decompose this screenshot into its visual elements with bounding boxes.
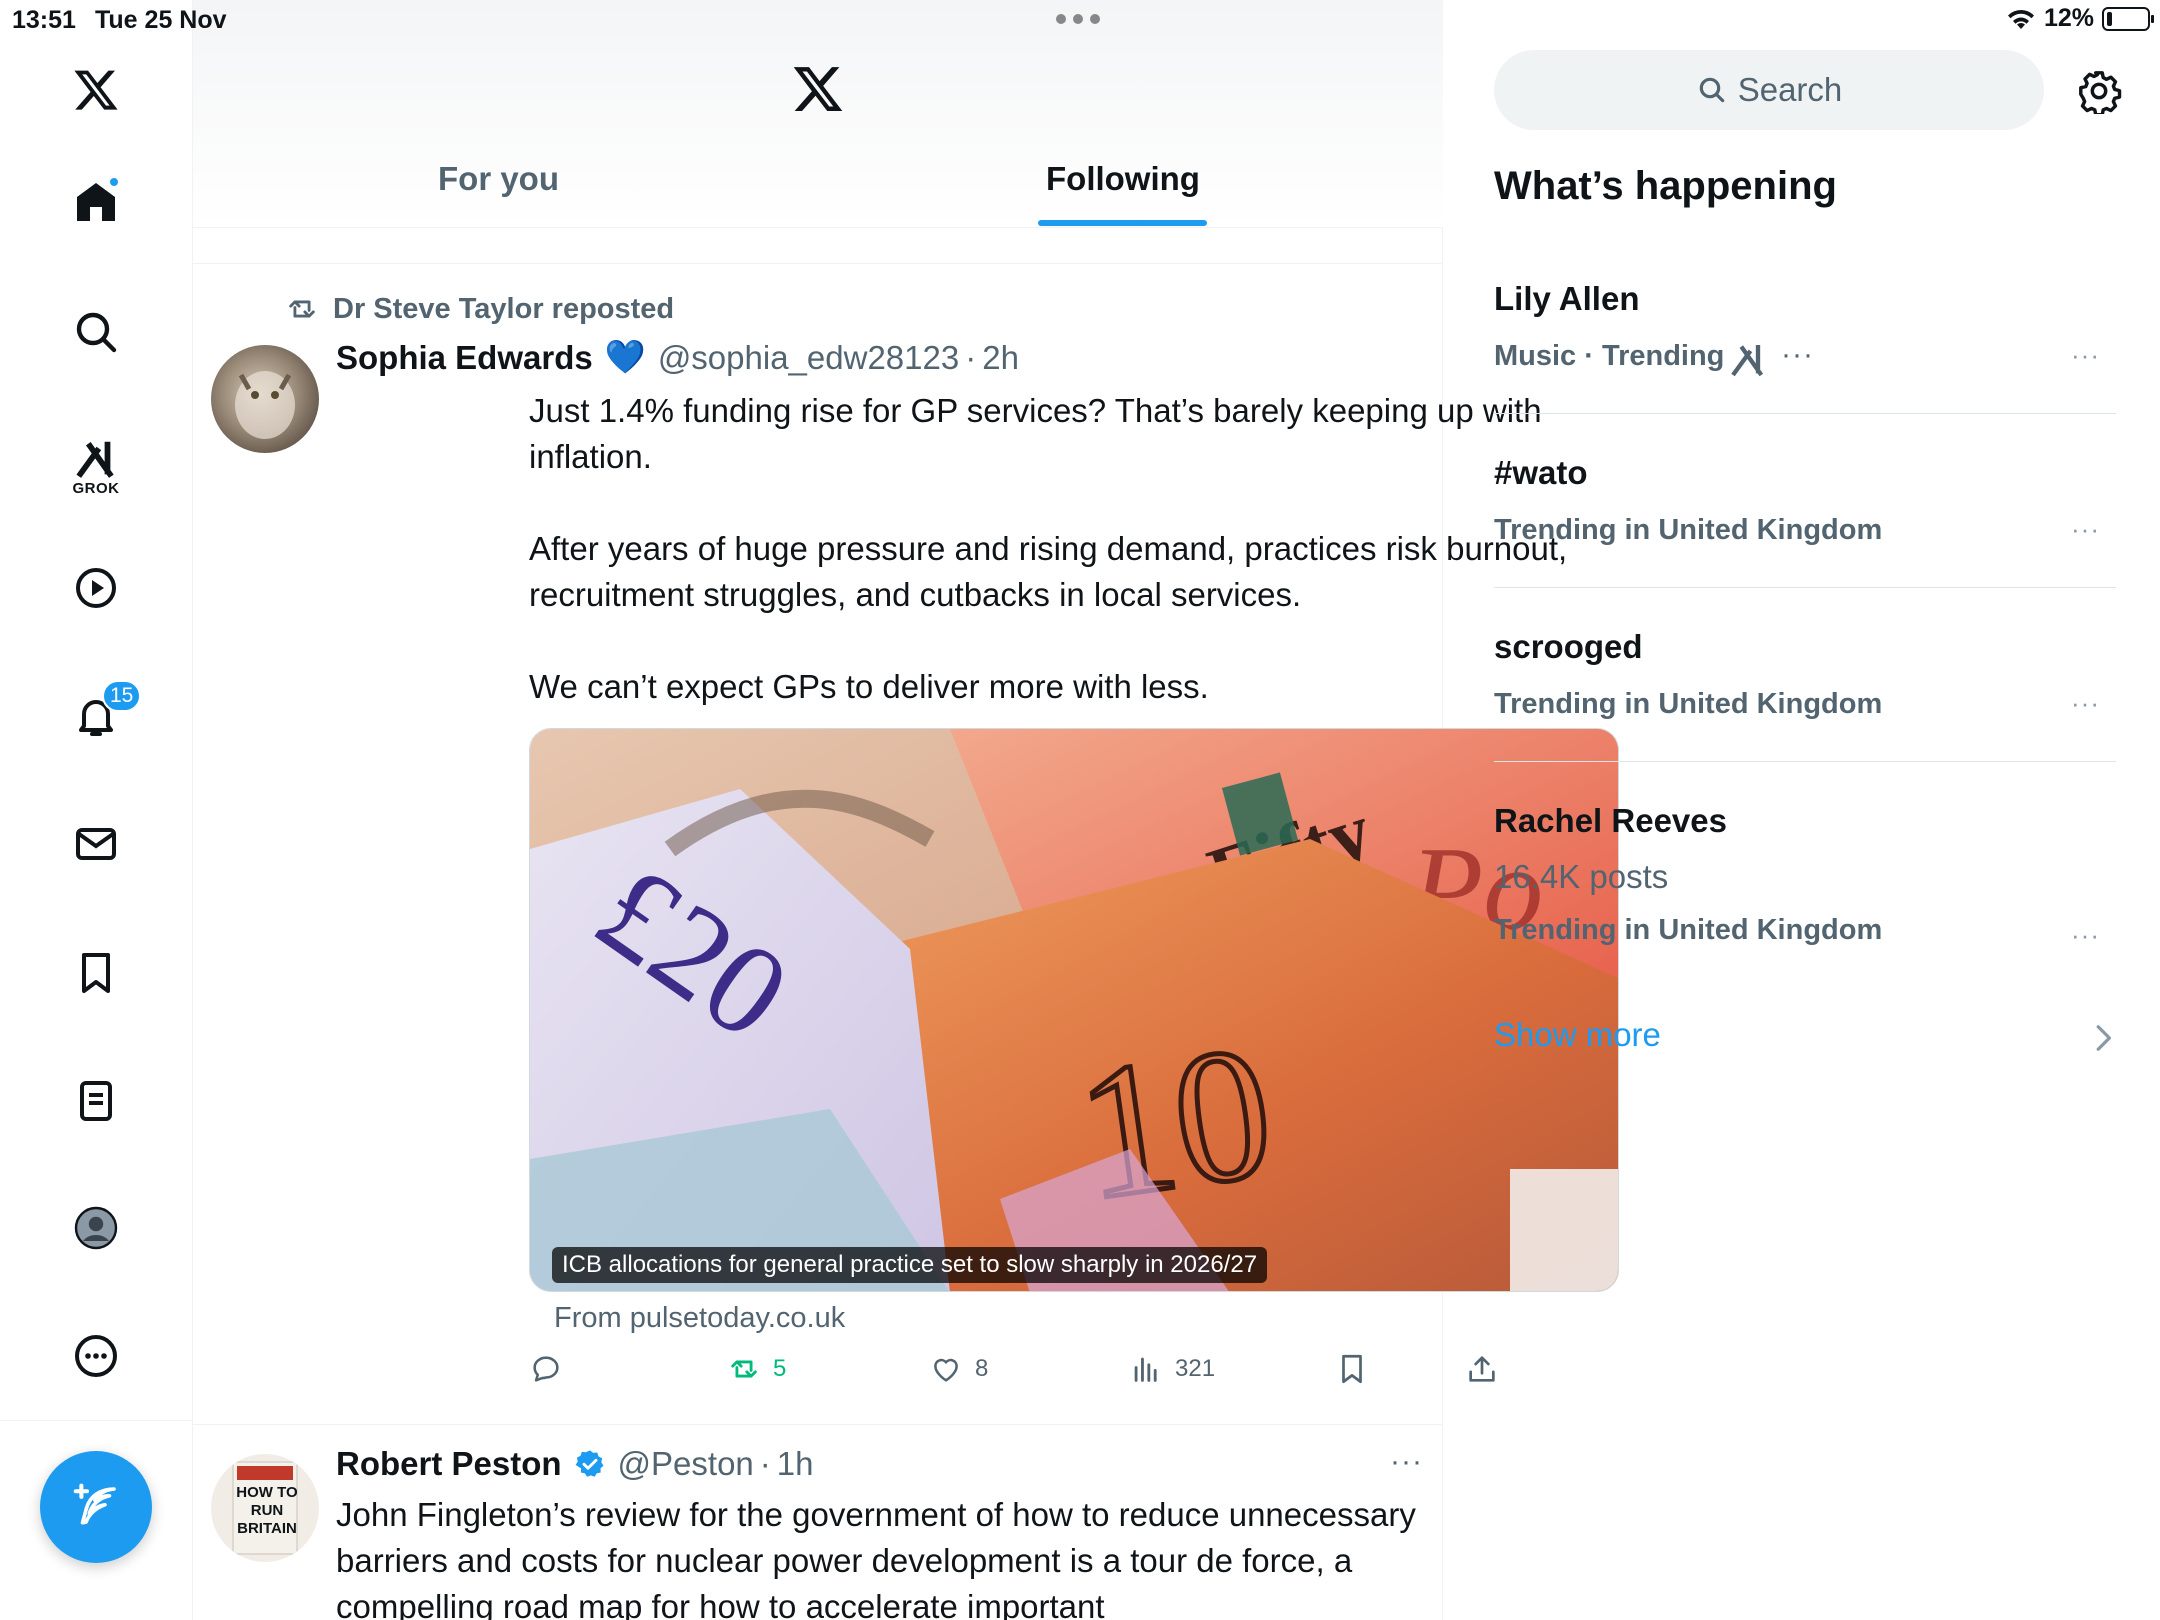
post-time[interactable]: 1h — [777, 1445, 814, 1483]
trend-divider — [1494, 587, 2116, 588]
post-author-row: Robert Peston @Peston · 1h — [336, 1445, 814, 1483]
trend-name: Lily Allen — [1494, 280, 1640, 317]
chevron-right-icon — [2096, 1025, 2111, 1051]
trend-meta: Trending in United Kingdom — [1494, 914, 1883, 946]
gear-icon[interactable] — [2076, 68, 2122, 114]
card-caption: ICB allocations for general practice set… — [552, 1247, 1268, 1283]
separator: · — [759, 1445, 771, 1482]
status-date: Tue 25 Nov — [95, 6, 227, 34]
search-input[interactable]: Search — [1494, 50, 2044, 130]
lists-icon[interactable] — [66, 1071, 126, 1131]
retweet-button[interactable]: 5 — [727, 1352, 786, 1386]
author-handle[interactable]: @Peston — [618, 1445, 754, 1483]
trend-meta: Trending in United Kingdom — [1494, 514, 1883, 546]
compose-feather-icon — [73, 1483, 116, 1525]
x-logo-icon[interactable] — [66, 60, 126, 120]
compose-button[interactable] — [40, 1451, 152, 1563]
bookmark-icon[interactable] — [66, 943, 126, 1003]
video-icon[interactable] — [66, 558, 126, 618]
battery-icon — [2102, 6, 2154, 31]
author-name[interactable]: Sophia Edwards — [336, 339, 593, 377]
trend-divider — [1494, 761, 2116, 762]
separator: · — [965, 338, 977, 376]
verified-badge-icon — [575, 1450, 603, 1477]
avatar[interactable] — [211, 345, 319, 453]
heart-icon — [934, 1358, 958, 1382]
repost-label: Dr Steve Taylor reposted — [333, 292, 675, 325]
trend-divider — [1494, 413, 2116, 414]
active-tab-indicator — [1038, 220, 1207, 226]
trend-post-count: 16.4K posts — [1494, 858, 1669, 895]
reply-button[interactable] — [529, 1352, 563, 1386]
avatar[interactable]: HOW TO RUN BRITAIN — [211, 1454, 319, 1562]
views-button[interactable]: 321 — [1129, 1352, 1215, 1386]
trend-more-icon[interactable]: ··· — [2071, 340, 2100, 371]
status-bar: 13:51 Tue 25 Nov 12% — [0, 0, 2160, 40]
trend-name: #wato — [1494, 454, 1588, 491]
search-placeholder: Search — [1737, 71, 1843, 108]
home-icon[interactable] — [66, 172, 126, 232]
home-notification-dot — [108, 176, 120, 188]
show-more-link[interactable]: Show more — [1494, 1016, 1661, 1054]
tab-following[interactable]: Following — [1046, 160, 1200, 198]
left-nav: GROK 15 — [0, 0, 193, 1620]
post-actions: 5 8 321 — [529, 1352, 1529, 1396]
trend-name: scrooged — [1494, 628, 1643, 665]
trend-more-icon[interactable]: ··· — [2071, 688, 2100, 719]
status-time: 13:51 — [12, 6, 76, 34]
retweet-icon — [731, 1360, 757, 1378]
grok-icon[interactable]: GROK — [66, 426, 126, 506]
bookmark-icon — [1342, 1354, 1362, 1384]
tab-for-you[interactable]: For you — [438, 160, 559, 198]
mail-icon[interactable] — [66, 814, 126, 874]
nav-divider — [0, 1420, 193, 1421]
x-logo-icon — [793, 67, 843, 112]
reply-icon — [533, 1356, 559, 1382]
timeline-column: For you Following Dr Steve Taylor repost… — [193, 0, 1813, 1620]
trend-more-icon[interactable]: ··· — [2071, 514, 2100, 545]
trend-item[interactable]: Rachel Reeves 16.4K posts Trending in Un… — [1494, 802, 2116, 950]
analytics-icon — [1134, 1357, 1157, 1382]
like-button[interactable]: 8 — [929, 1352, 988, 1386]
search-icon — [1699, 77, 1724, 103]
trend-meta: Trending in United Kingdom — [1494, 688, 1883, 720]
repost-icon — [289, 300, 315, 318]
multitasking-dots[interactable] — [1056, 14, 1106, 26]
more-options-icon[interactable]: ··· — [1390, 1445, 1423, 1479]
wifi-icon — [2007, 9, 2034, 29]
trend-meta: Music · Trending — [1494, 340, 1725, 372]
battery-percent: 12% — [2043, 4, 2094, 32]
timeline-spacer — [193, 228, 1443, 264]
bookmark-button[interactable] — [1335, 1352, 1369, 1386]
trend-more-icon[interactable]: ··· — [2071, 920, 2100, 951]
bell-icon[interactable]: 15 — [66, 680, 142, 746]
right-sidebar: Search What’s happening Lily Allen Music… — [1444, 0, 2160, 1620]
notifications-badge: 15 — [102, 680, 142, 712]
card-source[interactable]: From pulsetoday.co.uk — [554, 1302, 845, 1335]
like-count: 8 — [975, 1355, 989, 1382]
retweet-count: 5 — [773, 1355, 787, 1382]
repost-indicator: Dr Steve Taylor reposted — [285, 292, 674, 326]
post-time[interactable]: 2h — [982, 339, 1019, 377]
trend-item[interactable]: #wato Trending in United Kingdom ··· — [1494, 454, 2116, 547]
author-name[interactable]: Robert Peston — [336, 1445, 562, 1483]
profile-icon[interactable] — [66, 1198, 126, 1258]
trend-name: Rachel Reeves — [1494, 802, 1727, 839]
whats-happening-title: What’s happening — [1494, 164, 1837, 208]
view-count: 321 — [1175, 1355, 1216, 1382]
post-author-row: Sophia Edwards 💙 @sophia_edw28123 · 2h — [336, 338, 1019, 377]
more-icon[interactable] — [66, 1326, 126, 1386]
heart-emoji: 💙 — [604, 338, 646, 375]
trend-item[interactable]: scrooged Trending in United Kingdom ··· — [1494, 628, 2116, 721]
author-handle[interactable]: @sophia_edw28123 — [658, 339, 959, 377]
grok-label: GROK — [72, 479, 120, 497]
status-right: 12% — [2006, 4, 2154, 33]
avatar-book-title: HOW TO RUN BRITAIN — [236, 1484, 298, 1537]
search-icon[interactable] — [66, 302, 126, 362]
trend-item[interactable]: Lily Allen Music · Trending ··· — [1494, 280, 2116, 373]
post-text: John Fingleton’s review for the governme… — [336, 1496, 1426, 1620]
